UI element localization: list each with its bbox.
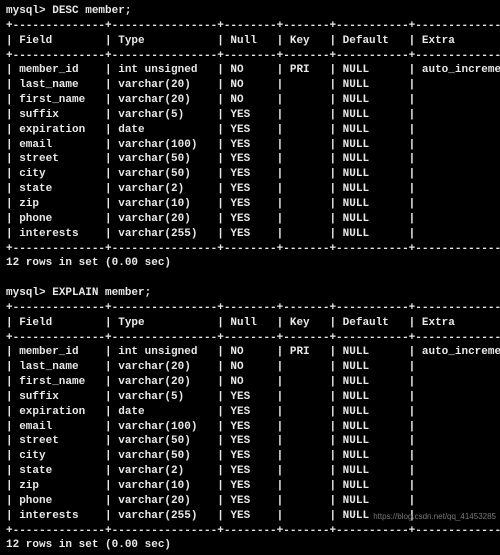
table-row: | city | varchar(50) | YES | | NULL | | bbox=[6, 167, 494, 182]
table-row: | last_name | varchar(20) | NO | | NULL … bbox=[6, 360, 494, 375]
table-separator: +--------------+----------------+-------… bbox=[6, 301, 494, 316]
table-row: | state | varchar(2) | YES | | NULL | | bbox=[6, 464, 494, 479]
table-row: | expiration | date | YES | | NULL | | bbox=[6, 123, 494, 138]
table-row: | suffix | varchar(5) | YES | | NULL | | bbox=[6, 390, 494, 405]
table-row: | first_name | varchar(20) | NO | | NULL… bbox=[6, 93, 494, 108]
prompt-prefix: mysql> bbox=[6, 5, 52, 17]
blank-line bbox=[6, 271, 494, 286]
table-row: | expiration | date | YES | | NULL | | bbox=[6, 405, 494, 420]
table-row: | email | varchar(100) | YES | | NULL | … bbox=[6, 138, 494, 153]
table-row: | member_id | int unsigned | NO | PRI | … bbox=[6, 345, 494, 360]
table-row: | phone | varchar(20) | YES | | NULL | | bbox=[6, 212, 494, 227]
table-row: | member_id | int unsigned | NO | PRI | … bbox=[6, 63, 494, 78]
table-row: | first_name | varchar(20) | NO | | NULL… bbox=[6, 375, 494, 390]
table-separator: +--------------+----------------+-------… bbox=[6, 242, 494, 257]
table-row: | last_name | varchar(20) | NO | | NULL … bbox=[6, 78, 494, 93]
prompt-desc[interactable]: mysql> DESC member; bbox=[6, 4, 494, 19]
table-row: | state | varchar(2) | YES | | NULL | | bbox=[6, 182, 494, 197]
result-footer: 12 rows in set (0.00 sec) bbox=[6, 538, 494, 553]
sql-command: EXPLAIN member; bbox=[52, 287, 151, 299]
table-row: | email | varchar(100) | YES | | NULL | … bbox=[6, 420, 494, 435]
table-row: | suffix | varchar(5) | YES | | NULL | | bbox=[6, 108, 494, 123]
table-row: | street | varchar(50) | YES | | NULL | … bbox=[6, 434, 494, 449]
table-row: | zip | varchar(10) | YES | | NULL | | bbox=[6, 197, 494, 212]
table-separator: +--------------+----------------+-------… bbox=[6, 49, 494, 64]
desc-result-table: +--------------+----------------+-------… bbox=[6, 19, 494, 257]
sql-command: DESC member; bbox=[52, 5, 131, 17]
table-row: | street | varchar(50) | YES | | NULL | … bbox=[6, 152, 494, 167]
prompt-explain[interactable]: mysql> EXPLAIN member; bbox=[6, 286, 494, 301]
table-row: | city | varchar(50) | YES | | NULL | | bbox=[6, 449, 494, 464]
table-separator: +--------------+----------------+-------… bbox=[6, 19, 494, 34]
watermark-text: https://blog.csdn.net/qq_41453285 bbox=[373, 512, 496, 523]
explain-result-table: +--------------+----------------+-------… bbox=[6, 301, 494, 539]
table-header-row: | Field | Type | Null | Key | Default | … bbox=[6, 316, 494, 331]
table-separator: +--------------+----------------+-------… bbox=[6, 331, 494, 346]
result-footer: 12 rows in set (0.00 sec) bbox=[6, 256, 494, 271]
table-row: | zip | varchar(10) | YES | | NULL | | bbox=[6, 479, 494, 494]
terminal-output: mysql> DESC member;+--------------+-----… bbox=[0, 0, 500, 555]
prompt-prefix: mysql> bbox=[6, 287, 52, 299]
table-separator: +--------------+----------------+-------… bbox=[6, 524, 494, 539]
table-row: | phone | varchar(20) | YES | | NULL | | bbox=[6, 494, 494, 509]
table-row: | interests | varchar(255) | YES | | NUL… bbox=[6, 227, 494, 242]
table-header-row: | Field | Type | Null | Key | Default | … bbox=[6, 34, 494, 49]
